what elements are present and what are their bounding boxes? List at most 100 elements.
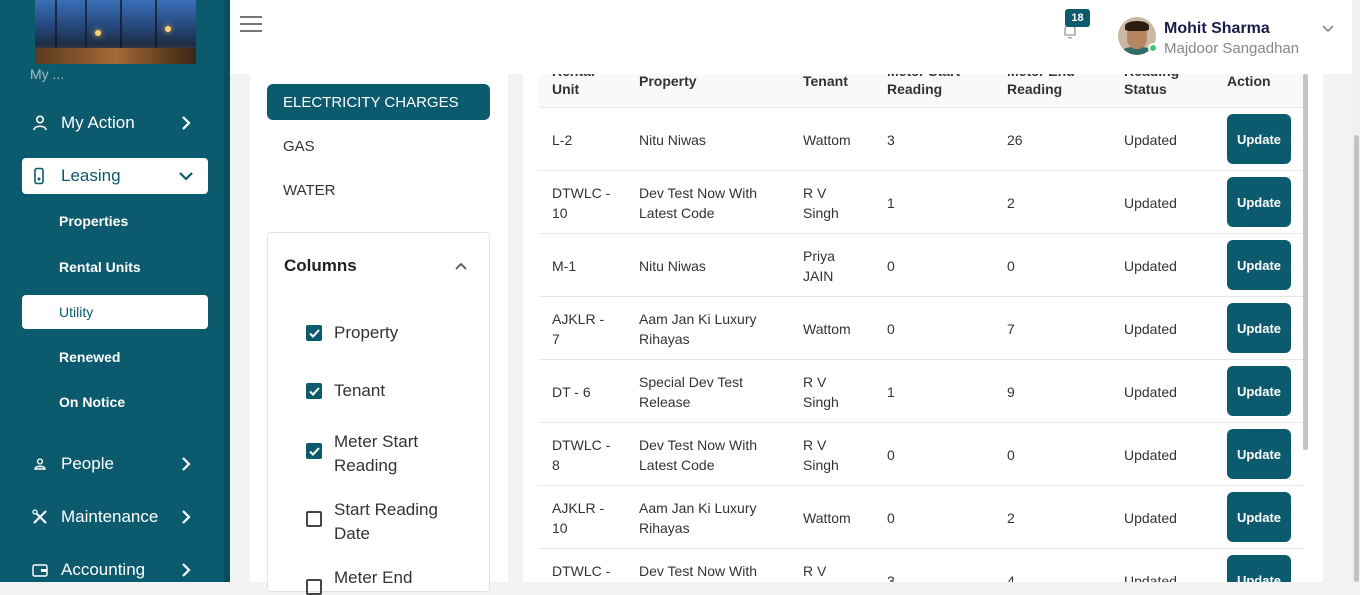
sidebar-item-leasing[interactable]: Leasing bbox=[22, 158, 208, 194]
sidebar-item-partial[interactable]: My ... bbox=[30, 66, 64, 82]
checkbox-checked[interactable] bbox=[306, 443, 322, 459]
cell-property: Dev Test Now With Latest Code bbox=[639, 437, 757, 473]
column-option-label: Property bbox=[334, 323, 399, 342]
header-meter-start-reading: Meter Start Reading bbox=[887, 74, 960, 97]
update-button[interactable]: Update bbox=[1227, 429, 1291, 479]
people-icon bbox=[30, 454, 50, 474]
chevron-right-icon bbox=[176, 454, 196, 474]
cell-reading-status: Updated bbox=[1124, 321, 1177, 337]
cell-reading-status: Updated bbox=[1124, 132, 1177, 148]
table-row: DTWLC - 7 Dev Test Now With Latest Code R … bbox=[539, 549, 1303, 582]
table-row: DTWLC - 10 Dev Test Now With Latest Code R… bbox=[539, 171, 1303, 234]
notification-badge[interactable]: 18 bbox=[1065, 9, 1090, 27]
table-row: L-2 Nitu Niwas Wattom 3 26 Updated Update bbox=[539, 108, 1303, 171]
company-logo bbox=[35, 0, 196, 64]
online-status-dot bbox=[1148, 43, 1158, 53]
sidebar-item-maintenance[interactable]: Maintenance bbox=[22, 499, 208, 535]
cell-meter-start: 1 bbox=[887, 195, 895, 211]
cell-reading-status: Updated bbox=[1124, 447, 1177, 463]
header-reading-status: Reading Status bbox=[1124, 74, 1179, 97]
sidebar-item-label: People bbox=[61, 454, 114, 473]
tab-electricity-charges[interactable]: ELECTRICITY CHARGES bbox=[267, 84, 490, 120]
chevron-right-icon bbox=[176, 507, 196, 527]
cell-meter-start: 0 bbox=[887, 321, 895, 337]
sidebar: My ... My Action Leasing Properties Rent… bbox=[0, 0, 230, 582]
user-organization: Majdoor Sangadhan bbox=[1164, 40, 1300, 57]
sidebar-sub-rental-units[interactable]: Rental Units bbox=[22, 250, 208, 284]
user-icon bbox=[30, 113, 50, 133]
sidebar-scrollbar[interactable] bbox=[224, 0, 230, 582]
cell-tenant: R V Singh bbox=[803, 374, 839, 410]
checkbox-checked[interactable] bbox=[306, 325, 322, 341]
update-button[interactable]: Update bbox=[1227, 114, 1291, 164]
sidebar-item-people[interactable]: People bbox=[22, 446, 208, 482]
column-option-meter-end[interactable]: Meter End bbox=[306, 566, 464, 595]
checkbox-unchecked[interactable] bbox=[306, 511, 322, 527]
chevron-down-icon bbox=[176, 166, 196, 186]
cell-property: Dev Test Now With Latest Code bbox=[639, 185, 757, 221]
menu-icon[interactable] bbox=[240, 16, 262, 34]
column-option-label: Tenant bbox=[334, 381, 386, 400]
cell-tenant: Wattom bbox=[803, 321, 851, 337]
column-option-meter-start-reading[interactable]: Meter Start Reading bbox=[306, 430, 464, 478]
cell-meter-end: 2 bbox=[1007, 195, 1015, 211]
chevron-down-icon[interactable] bbox=[1320, 20, 1336, 36]
cell-property: Nitu Niwas bbox=[639, 258, 706, 274]
cell-meter-end: 2 bbox=[1007, 510, 1015, 526]
table-row: AJKLR - 7 Aam Jan Ki Luxury Rihayas Wattom… bbox=[539, 297, 1303, 360]
cell-rental-unit: AJKLR - 10 bbox=[552, 500, 605, 536]
cell-property: Aam Jan Ki Luxury Rihayas bbox=[639, 500, 757, 536]
user-name[interactable]: Mohit Sharma bbox=[1164, 20, 1270, 38]
sidebar-sub-properties[interactable]: Properties bbox=[22, 204, 208, 238]
checkbox-checked[interactable] bbox=[306, 383, 322, 399]
table-row: AJKLR - 10 Aam Jan Ki Luxury Rihayas Watto… bbox=[539, 486, 1303, 549]
table-row: M-1 Nitu Niwas Priya JAIN 0 0 Updated Update bbox=[539, 234, 1303, 297]
page-scrollbar[interactable] bbox=[1352, 0, 1360, 582]
sidebar-item-label: Accounting bbox=[61, 560, 146, 579]
update-button[interactable]: Update bbox=[1227, 366, 1291, 416]
columns-card: Columns Property Tenant Meter Start Read… bbox=[267, 232, 490, 595]
header-tenant: Tenant bbox=[803, 74, 848, 89]
cell-meter-start: 0 bbox=[887, 447, 895, 463]
sidebar-item-label: Leasing bbox=[61, 166, 121, 185]
header-property: Property bbox=[639, 74, 697, 89]
cell-meter-end: 0 bbox=[1007, 258, 1015, 274]
checkbox-unchecked[interactable] bbox=[306, 579, 322, 595]
cell-rental-unit: AJKLR - 7 bbox=[552, 311, 605, 347]
cell-tenant: R V Singh bbox=[803, 437, 839, 473]
sidebar-item-accounting[interactable]: Accounting bbox=[22, 552, 208, 582]
chevron-right-icon bbox=[176, 113, 196, 133]
sidebar-item-my-action[interactable]: My Action bbox=[22, 105, 208, 141]
column-option-start-reading-date[interactable]: Start Reading Date bbox=[306, 498, 464, 546]
cell-rental-unit: L-2 bbox=[552, 132, 573, 148]
column-option-property[interactable]: Property bbox=[306, 321, 464, 345]
tab-water[interactable]: WATER bbox=[267, 172, 490, 208]
cell-rental-unit: DT - 6 bbox=[552, 384, 591, 400]
update-button[interactable]: Update bbox=[1227, 177, 1291, 227]
tab-gas[interactable]: GAS bbox=[267, 128, 490, 164]
cell-property: Aam Jan Ki Luxury Rihayas bbox=[639, 311, 757, 347]
cell-reading-status: Updated bbox=[1124, 195, 1177, 211]
cell-meter-start: 3 bbox=[887, 132, 895, 148]
cell-reading-status: Updated bbox=[1124, 258, 1177, 274]
sidebar-item-label: My Action bbox=[61, 113, 135, 132]
cell-property: Nitu Niwas bbox=[639, 132, 706, 148]
update-button[interactable]: Update bbox=[1227, 240, 1291, 290]
cell-rental-unit: M-1 bbox=[552, 258, 577, 274]
update-button[interactable]: Update bbox=[1227, 492, 1291, 542]
sidebar-item-label: Maintenance bbox=[61, 507, 159, 526]
sidebar-sub-renewed[interactable]: Renewed bbox=[22, 340, 208, 374]
update-button[interactable]: Update bbox=[1227, 303, 1291, 353]
update-button[interactable]: Update bbox=[1227, 555, 1291, 582]
sidebar-sub-on-notice[interactable]: On Notice bbox=[22, 385, 208, 419]
column-option-tenant[interactable]: Tenant bbox=[306, 379, 464, 403]
table-scrollbar[interactable] bbox=[1303, 74, 1308, 450]
cell-rental-unit: DTWLC - 7 bbox=[552, 563, 611, 579]
header-meter-end-reading: Meter End Reading bbox=[1007, 74, 1075, 97]
tools-icon bbox=[30, 507, 50, 527]
cell-property: Special Dev Test Release bbox=[639, 374, 744, 410]
chevron-up-icon[interactable] bbox=[454, 259, 468, 273]
cell-meter-end: 26 bbox=[1007, 132, 1023, 148]
cell-meter-end: 0 bbox=[1007, 447, 1015, 463]
sidebar-sub-utility[interactable]: Utility bbox=[22, 295, 208, 329]
